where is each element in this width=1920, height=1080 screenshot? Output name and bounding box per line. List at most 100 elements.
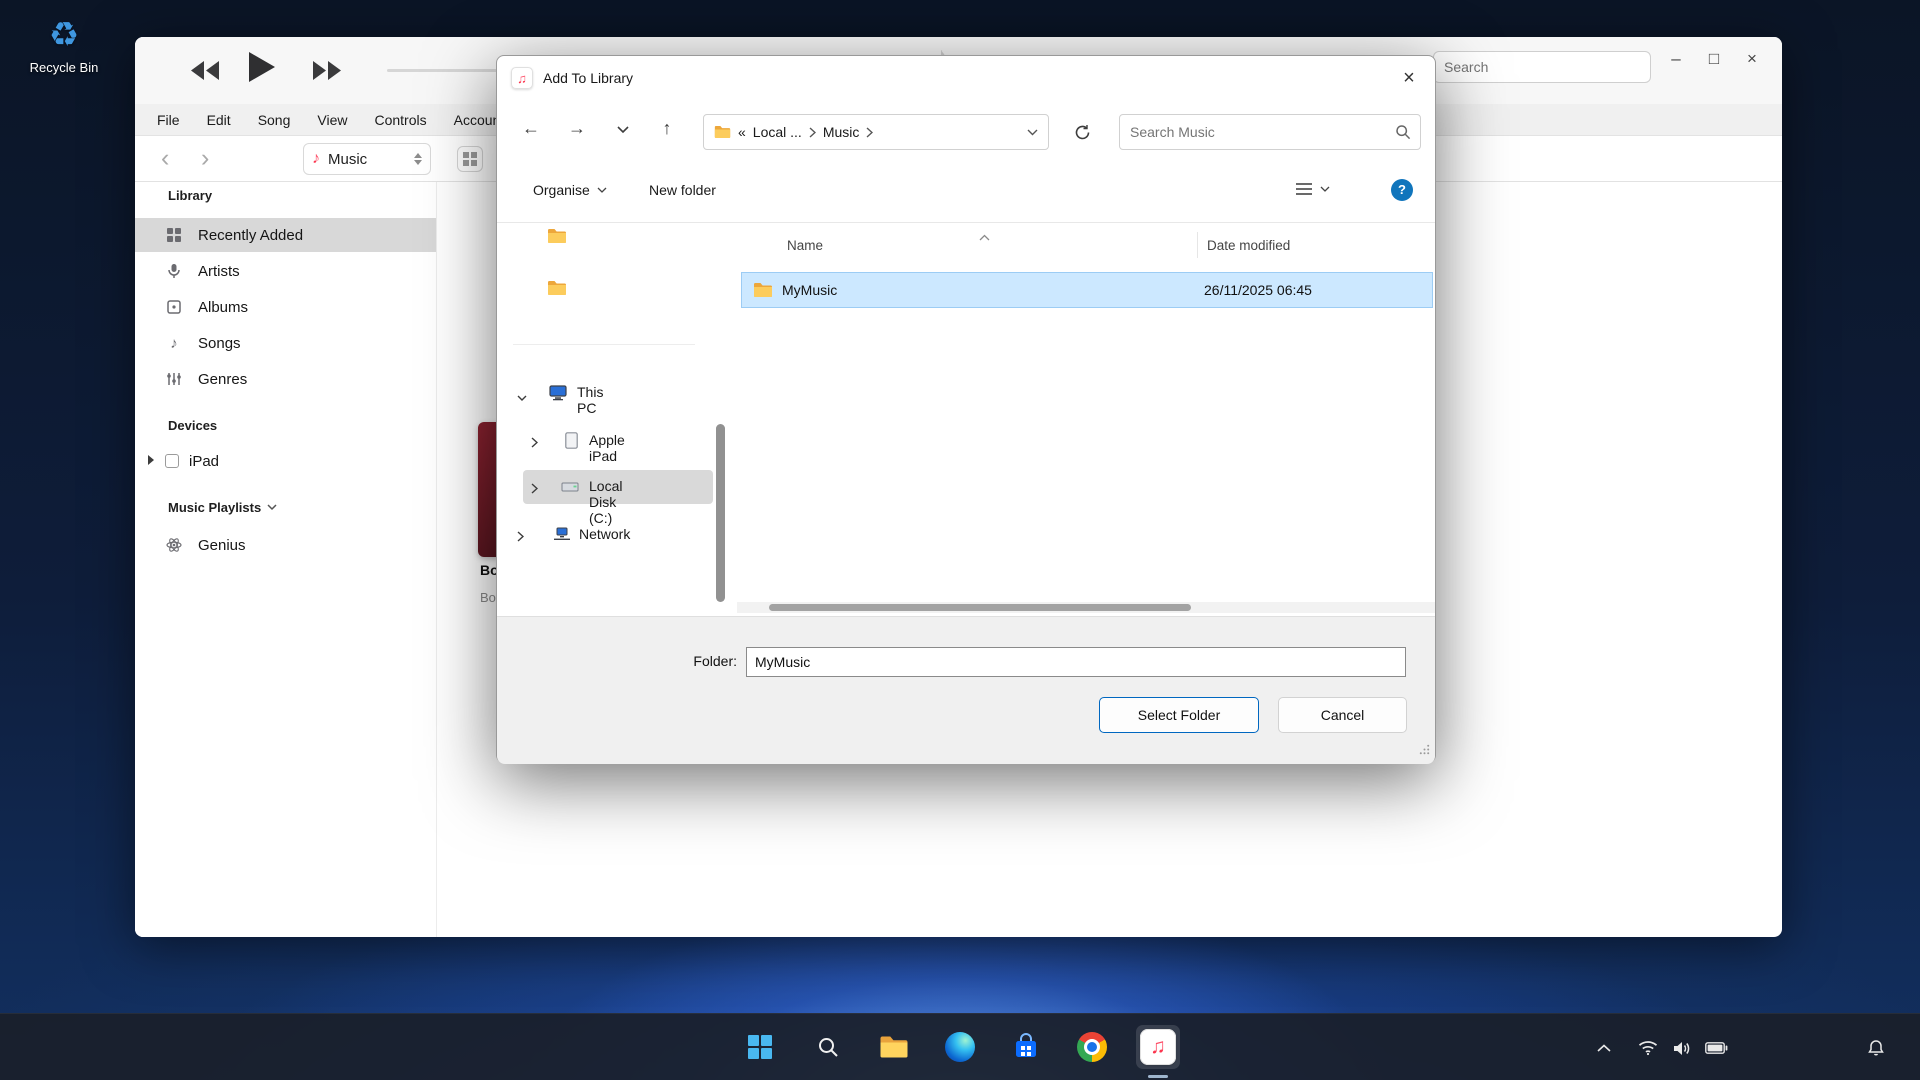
sidebar-item-songs[interactable]: ♪ Songs — [135, 326, 436, 360]
music-note-icon: ♪ — [312, 150, 320, 168]
library-selector[interactable]: ♪ Music — [303, 143, 431, 175]
sidebar-item-recently-added[interactable]: Recently Added — [135, 218, 436, 252]
breadcrumb-collapse[interactable]: « — [738, 124, 746, 140]
chevron-right-icon[interactable] — [517, 529, 524, 547]
file-row-mymusic[interactable]: MyMusic 26/11/2025 06:45 — [741, 272, 1433, 308]
volume-button[interactable] — [1666, 1032, 1698, 1064]
dialog-title: Add To Library — [543, 56, 633, 100]
breadcrumb-chevron-icon[interactable] — [809, 127, 816, 138]
fast-forward-button[interactable] — [313, 61, 341, 85]
chevron-right-icon[interactable] — [531, 481, 538, 499]
nav-back-button[interactable]: ← — [513, 108, 549, 148]
dialog-search-input[interactable] — [1120, 115, 1420, 149]
chrome-button[interactable] — [1070, 1025, 1114, 1069]
chevron-down-icon — [1320, 186, 1330, 192]
menu-file[interactable]: File — [157, 112, 180, 128]
sidebar-item-label: Albums — [198, 299, 248, 316]
expand-chevron-icon[interactable] — [147, 453, 155, 470]
new-folder-button[interactable]: New folder — [649, 182, 716, 198]
music-note-icon: ♫ — [1150, 1035, 1166, 1059]
help-button[interactable]: ? — [1391, 179, 1413, 201]
vertical-scrollbar[interactable] — [716, 424, 725, 602]
device-checkbox[interactable] — [165, 454, 179, 468]
chevron-right-icon[interactable] — [531, 435, 538, 453]
chevron-up-icon — [1597, 1044, 1611, 1053]
grid-icon — [463, 152, 477, 166]
column-divider[interactable] — [1197, 232, 1198, 258]
music-search-input[interactable] — [1433, 51, 1651, 83]
notifications-button[interactable] — [1860, 1032, 1892, 1064]
sidebar-item-albums[interactable]: Albums — [135, 290, 436, 324]
forward-nav-icon[interactable]: › — [201, 142, 209, 174]
sidebar-item-ipad[interactable]: iPad — [135, 444, 436, 478]
chrome-icon — [1077, 1032, 1107, 1062]
folder-icon[interactable] — [547, 280, 567, 301]
address-bar[interactable]: « Local ... Music — [703, 114, 1049, 150]
taskbar: ♫ — [0, 1013, 1920, 1080]
sidebar-item-genres[interactable]: Genres — [135, 362, 436, 396]
chevron-down-icon — [597, 187, 607, 193]
chevron-down-icon[interactable] — [517, 389, 527, 407]
address-dropdown-icon[interactable] — [1027, 129, 1038, 136]
tray-show-hidden-button[interactable] — [1588, 1032, 1620, 1064]
start-button[interactable] — [738, 1025, 782, 1069]
cancel-button[interactable]: Cancel — [1278, 697, 1407, 733]
menu-view[interactable]: View — [317, 112, 347, 128]
nav-forward-button[interactable]: → — [559, 108, 595, 148]
column-header-date-modified[interactable]: Date modified — [1207, 238, 1290, 253]
network-icon — [553, 527, 571, 547]
bell-icon — [1867, 1039, 1885, 1057]
dialog-navigation-row: ← → ↑ « Local ... Music — [497, 108, 1435, 156]
sidebar-heading-devices: Devices — [168, 418, 217, 433]
breadcrumb-item-music[interactable]: Music — [823, 124, 860, 140]
folder-name-input[interactable] — [746, 647, 1406, 677]
nav-history-dropdown[interactable] — [605, 108, 641, 148]
selector-carets-icon — [414, 153, 422, 165]
tree-item-label: Apple iPad — [589, 432, 625, 464]
view-options-button[interactable] — [1295, 182, 1330, 196]
sidebar-item-genius[interactable]: Genius — [135, 528, 436, 562]
music-note-icon: ♫ — [517, 71, 527, 86]
dialog-close-button[interactable]: × — [1389, 63, 1429, 93]
folder-icon — [753, 282, 773, 301]
search-icon[interactable] — [1395, 124, 1411, 145]
sidebar-item-label: iPad — [189, 453, 219, 470]
breadcrumb-item-local[interactable]: Local ... — [753, 124, 802, 140]
menu-controls[interactable]: Controls — [374, 112, 426, 128]
edge-button[interactable] — [938, 1025, 982, 1069]
menu-song[interactable]: Song — [258, 112, 291, 128]
horizontal-scrollbar-thumb[interactable] — [769, 604, 1191, 611]
wifi-button[interactable] — [1632, 1032, 1664, 1064]
rewind-button[interactable] — [191, 61, 219, 85]
recycle-bin-icon: ♻ — [16, 10, 112, 60]
nav-up-button[interactable]: ↑ — [649, 108, 685, 148]
grid-view-toggle[interactable] — [457, 146, 483, 172]
minimize-button[interactable]: – — [1659, 43, 1693, 75]
sidebar-item-label: Songs — [198, 335, 241, 352]
taskbar-search-button[interactable] — [806, 1025, 850, 1069]
horizontal-scrollbar-track[interactable] — [737, 602, 1435, 613]
select-folder-button[interactable]: Select Folder — [1099, 697, 1259, 733]
music-app-taskbar-button[interactable]: ♫ — [1136, 1025, 1180, 1069]
refresh-button[interactable] — [1067, 117, 1097, 147]
file-explorer-button[interactable] — [872, 1025, 916, 1069]
breadcrumb-chevron-icon[interactable] — [866, 127, 873, 138]
dialog-search-box — [1119, 114, 1421, 150]
chevron-down-icon[interactable] — [267, 504, 277, 511]
menu-edit[interactable]: Edit — [207, 112, 231, 128]
battery-button[interactable] — [1700, 1032, 1732, 1064]
folder-icon[interactable] — [547, 228, 567, 249]
dialog-command-bar: Organise New folder ? — [497, 166, 1435, 223]
close-button[interactable]: × — [1735, 43, 1769, 75]
column-header-name[interactable]: Name — [787, 238, 823, 253]
folder-field-label: Folder: — [607, 653, 737, 669]
back-nav-icon[interactable]: ‹ — [161, 142, 169, 174]
dialog-titlebar[interactable]: ♫ Add To Library × — [497, 56, 1435, 100]
microsoft-store-button[interactable] — [1004, 1025, 1048, 1069]
organise-menu-button[interactable]: Organise — [533, 182, 607, 198]
resize-grip[interactable] — [1419, 742, 1430, 760]
sidebar-item-artists[interactable]: Artists — [135, 254, 436, 288]
recycle-bin-shortcut[interactable]: ♻ Recycle Bin — [16, 10, 112, 75]
play-button[interactable] — [249, 52, 275, 87]
maximize-button[interactable]: □ — [1697, 43, 1731, 75]
